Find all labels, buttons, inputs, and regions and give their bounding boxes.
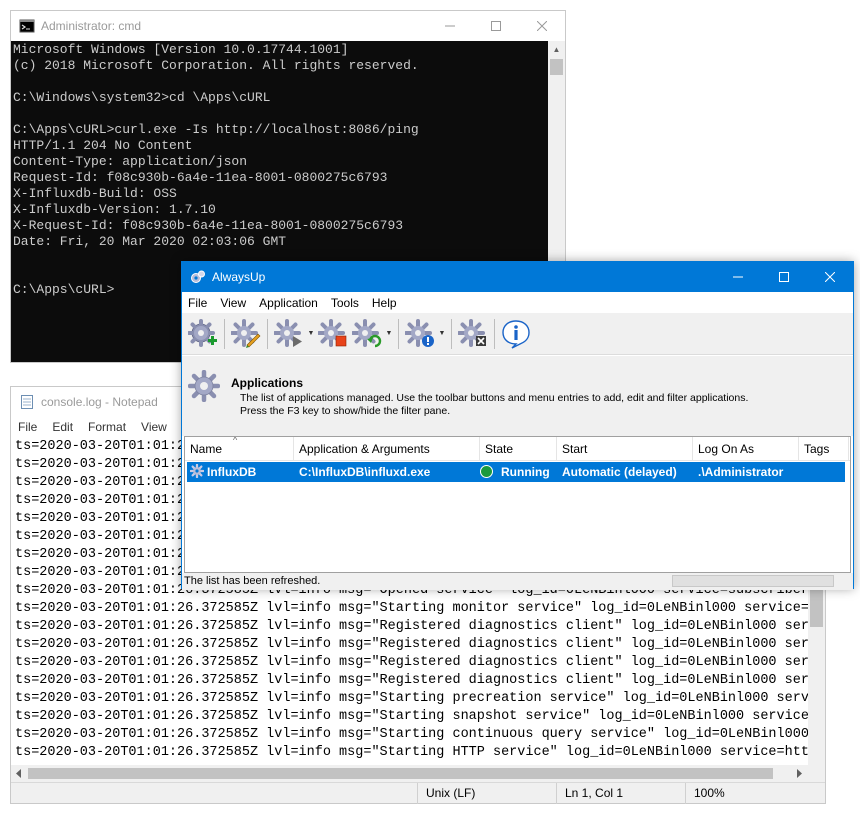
applications-info-pane: Applications The list of applications ma… — [182, 356, 853, 436]
table-row[interactable]: InfluxDB C:\InfluxDB\influxd.exe Running… — [187, 462, 845, 482]
add-application-button[interactable] — [186, 317, 220, 351]
column-header-state[interactable]: State — [480, 437, 557, 461]
maximize-icon — [491, 21, 501, 31]
restart-dropdown-arrow-icon[interactable]: ▼ — [384, 330, 394, 337]
alwaysup-toolbar: ▼ ▼ ▼ — [182, 313, 853, 355]
gear-start-icon — [274, 318, 302, 347]
gear-alert-icon — [405, 318, 434, 347]
column-header-label: Name — [190, 442, 223, 456]
status-message: The list has been refreshed. — [184, 575, 321, 587]
column-header-start[interactable]: Start — [557, 437, 693, 461]
alwaysup-statusbar: The list has been refreshed. — [182, 573, 853, 590]
maximize-icon — [779, 272, 789, 282]
applications-description-line2: Press the F3 key to show/hide the filter… — [240, 405, 451, 417]
gear-stop-icon — [318, 318, 347, 347]
close-button[interactable] — [807, 262, 853, 292]
maximize-button[interactable] — [761, 262, 807, 292]
scrollbar-corner — [808, 765, 825, 782]
scrollbar-thumb[interactable] — [550, 59, 563, 75]
column-header-logon[interactable]: Log On As — [693, 437, 799, 461]
applications-description-line1: The list of applications managed. Use th… — [240, 392, 749, 404]
toolbar-separator — [224, 318, 225, 349]
cmd-titlebar[interactable]: Administrator: cmd — [11, 11, 565, 41]
cursor-position-status: Ln 1, Col 1 — [556, 783, 685, 804]
menu-application[interactable]: Application — [259, 296, 318, 310]
minimize-button[interactable] — [427, 11, 473, 41]
menu-tools[interactable]: Tools — [331, 296, 359, 310]
zoom-status: 100% — [685, 783, 825, 804]
cmd-window-title: Administrator: cmd — [41, 19, 142, 33]
scrollbar-thumb[interactable] — [810, 589, 823, 627]
gear-edit-icon — [231, 318, 261, 348]
edit-application-button[interactable] — [229, 317, 263, 351]
alwaysup-window-title: AlwaysUp — [212, 270, 266, 284]
app-tags-cell — [799, 462, 845, 482]
start-dropdown-arrow-icon[interactable]: ▼ — [306, 330, 316, 337]
status-progress-bar — [672, 575, 834, 587]
menu-file[interactable]: File — [18, 420, 37, 434]
app-path-cell: C:\InfluxDB\influxd.exe — [299, 465, 431, 479]
gear-icon — [189, 463, 205, 479]
menu-view[interactable]: View — [141, 420, 167, 434]
toolbar-separator — [451, 318, 452, 349]
line-ending-status: Unix (LF) — [417, 783, 561, 804]
applications-heading: Applications — [231, 376, 304, 390]
delete-application-button[interactable] — [456, 317, 490, 351]
scrollbar-thumb[interactable] — [28, 768, 773, 779]
notepad-horizontal-scrollbar[interactable] — [11, 765, 808, 782]
alwaysup-app-icon — [191, 270, 205, 283]
minimize-icon — [445, 25, 455, 27]
applications-description: The list of applications managed. Use th… — [240, 392, 840, 418]
app-name: InfluxDB — [207, 465, 257, 479]
app-state-cell: Running — [480, 462, 557, 482]
alwaysup-window: AlwaysUp File View Application Tools Hel… — [181, 261, 854, 590]
alwaysup-menubar: File View Application Tools Help — [182, 292, 853, 313]
restart-application-button[interactable] — [350, 317, 384, 351]
console-text: Microsoft Windows [Version 10.0.17744.10… — [13, 42, 419, 297]
close-icon — [537, 21, 547, 31]
menu-format[interactable]: Format — [88, 420, 126, 434]
sort-ascending-icon: ^ — [233, 437, 238, 445]
minimize-button[interactable] — [715, 262, 761, 292]
close-icon — [825, 272, 835, 282]
gear-delete-icon — [458, 318, 486, 347]
maximize-button[interactable] — [473, 11, 519, 41]
report-activity-button[interactable] — [403, 317, 437, 351]
column-header-name[interactable]: Name ^ — [185, 437, 294, 461]
menu-help[interactable]: Help — [372, 296, 397, 310]
toolbar-separator — [267, 318, 268, 349]
app-logon-cell: .\Administrator — [698, 465, 784, 479]
cmd-app-icon — [19, 19, 35, 33]
app-name-cell: InfluxDB — [187, 462, 294, 482]
toolbar-separator — [494, 318, 495, 349]
scroll-right-icon[interactable] — [795, 769, 803, 778]
running-status-icon — [480, 465, 493, 478]
info-icon — [502, 319, 530, 349]
scroll-up-icon[interactable]: ▲ — [548, 41, 565, 58]
gear-add-icon — [188, 318, 217, 347]
column-header-tags[interactable]: Tags — [799, 437, 849, 461]
notepad-app-icon — [21, 395, 33, 409]
stop-application-button[interactable] — [316, 317, 350, 351]
notepad-statusbar: Unix (LF) Ln 1, Col 1 100% — [11, 782, 825, 804]
menu-file[interactable]: File — [188, 296, 207, 310]
menu-edit[interactable]: Edit — [52, 420, 73, 434]
report-dropdown-arrow-icon[interactable]: ▼ — [437, 330, 447, 337]
minimize-icon — [733, 276, 743, 278]
list-header: Name ^ Application & Arguments State Sta… — [185, 437, 850, 461]
menu-view[interactable]: View — [220, 296, 246, 310]
start-application-button[interactable] — [272, 317, 306, 351]
gear-icon — [188, 370, 220, 402]
toolbar-separator — [398, 318, 399, 349]
close-button[interactable] — [519, 11, 565, 41]
about-button[interactable] — [499, 317, 533, 351]
alwaysup-titlebar[interactable]: AlwaysUp — [182, 262, 853, 292]
app-start-cell: Automatic (delayed) — [562, 465, 677, 479]
applications-list[interactable]: Name ^ Application & Arguments State Sta… — [184, 436, 851, 573]
notepad-vertical-scrollbar[interactable] — [808, 587, 825, 765]
gear-restart-icon — [352, 318, 382, 347]
app-state: Running — [501, 465, 550, 479]
scroll-left-icon[interactable] — [15, 769, 23, 778]
column-header-application[interactable]: Application & Arguments — [294, 437, 480, 461]
